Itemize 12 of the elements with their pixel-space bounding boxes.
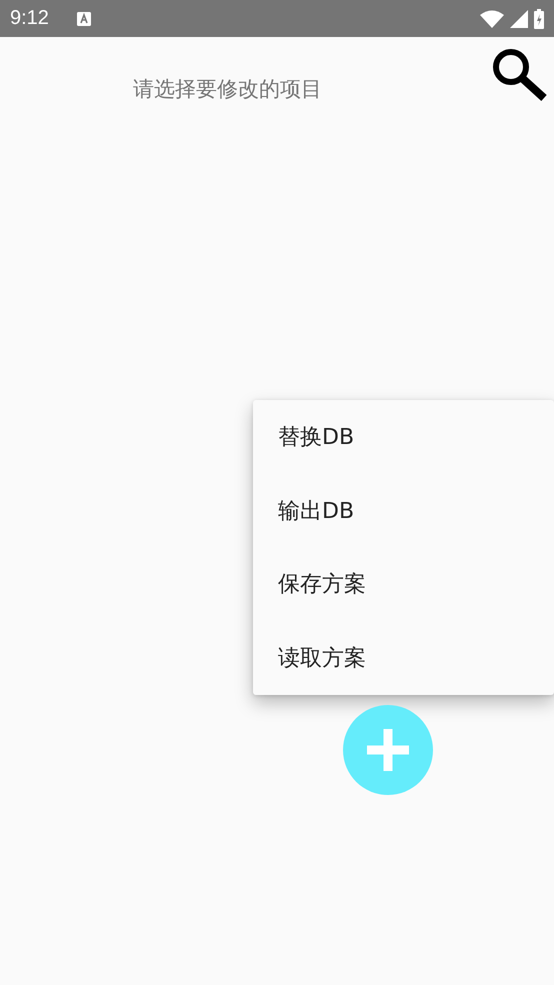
wifi-icon [480,10,504,28]
menu-item[interactable]: 输出DB [253,474,554,548]
status-time: 9:12 [10,7,49,30]
menu-item[interactable]: 保存方案 [253,548,554,622]
signal-icon [510,10,528,28]
menu-item[interactable]: 替换DB [253,400,554,474]
page-title: 请选择要修改的项目 [133,76,322,103]
keyboard-notification-icon [76,12,91,26]
search-icon[interactable] [490,47,548,101]
plus-icon [365,727,411,773]
battery-icon [534,8,544,28]
menu-item[interactable]: 读取方案 [253,621,554,695]
